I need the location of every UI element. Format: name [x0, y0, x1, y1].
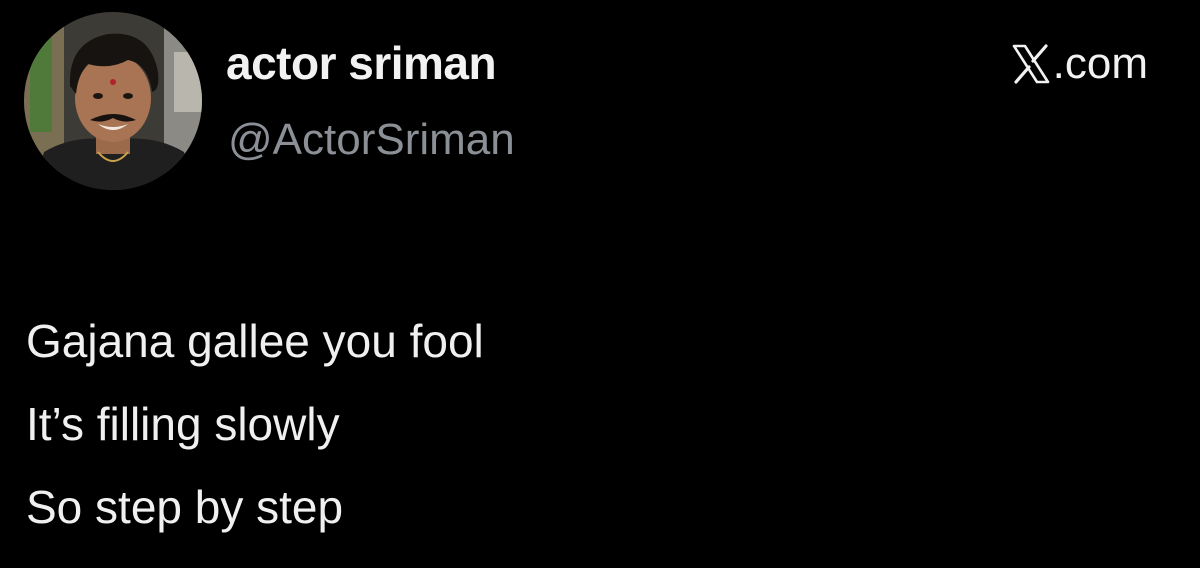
tweet-text: Gajana gallee you fool It’s filling slow…	[26, 300, 484, 549]
x-logo-icon	[1012, 44, 1049, 84]
site-watermark: .com	[1011, 42, 1148, 86]
user-handle[interactable]: @ActorSriman	[228, 118, 515, 162]
avatar-photo	[24, 12, 202, 190]
site-domain: .com	[1052, 39, 1148, 88]
tweet-line: Gajana gallee you fool	[26, 315, 484, 367]
tweet-card: actor sriman @ActorSriman .com Gajana ga…	[0, 0, 1200, 568]
tweet-line: So step by step	[26, 481, 344, 533]
display-name[interactable]: actor sriman	[226, 40, 497, 86]
tweet-line: It’s filling slowly	[26, 398, 340, 450]
avatar[interactable]	[24, 12, 202, 190]
